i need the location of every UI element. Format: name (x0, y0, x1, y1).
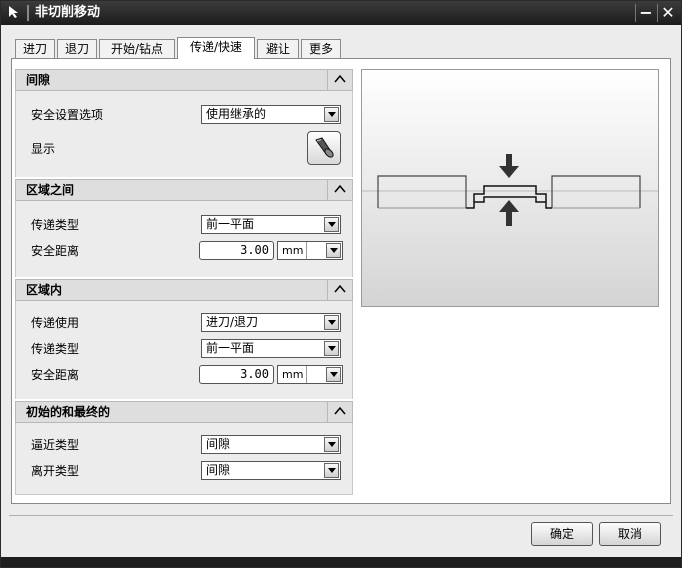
group-clearance-title: 间隙 (26, 73, 51, 87)
transfer-diagram-icon (362, 154, 658, 226)
chevron-down-icon (324, 107, 339, 122)
tab-retract[interactable]: 退刀 (57, 39, 97, 58)
group-between-regions-header[interactable]: 区域之间 (15, 179, 353, 201)
group-between-regions-title: 区域之间 (26, 183, 75, 197)
group-clearance-header[interactable]: 间隙 (15, 69, 353, 91)
group-clearance-body (15, 91, 353, 177)
chevron-up-icon[interactable] (327, 280, 352, 300)
cancel-button[interactable]: 取消 (599, 522, 661, 546)
between-safe-distance-label: 安全距离 (31, 244, 80, 258)
preview-image (361, 69, 659, 307)
within-transfer-use-label: 传递使用 (31, 316, 80, 330)
group-initial-final-body (15, 423, 353, 495)
group-initial-final-title: 初始的和最终的 (26, 405, 111, 419)
title-separator (27, 5, 29, 21)
between-transfer-type-select[interactable]: 前一平面 (201, 215, 341, 234)
between-safe-distance-input[interactable]: 3.00 (199, 241, 274, 260)
between-transfer-type-value: 前一平面 (206, 217, 255, 231)
chevron-down-icon (324, 437, 339, 452)
chevron-down-icon (324, 217, 339, 232)
safety-option-select[interactable]: 使用继承的 (201, 105, 341, 124)
within-transfer-type-value: 前一平面 (206, 341, 255, 355)
tab-avoidance[interactable]: 避让 (257, 39, 299, 58)
within-transfer-type-select[interactable]: 前一平面 (201, 339, 341, 358)
minimize-button[interactable]: − (635, 4, 656, 22)
chevron-down-icon (326, 367, 341, 382)
chevron-up-icon[interactable] (327, 180, 352, 200)
within-safe-distance-label: 安全距离 (31, 368, 80, 382)
within-transfer-type-label: 传递类型 (31, 342, 80, 356)
safety-option-value: 使用继承的 (206, 107, 267, 121)
cursor-arrow-icon (7, 5, 23, 21)
chevron-up-icon[interactable] (327, 402, 352, 422)
group-within-region-header[interactable]: 区域内 (15, 279, 353, 301)
within-unit-value: mm (282, 368, 304, 381)
between-unit-select[interactable]: mm (277, 241, 343, 260)
footer-divider (9, 515, 673, 516)
chevron-down-icon (326, 243, 341, 258)
between-transfer-type-label: 传递类型 (31, 218, 80, 232)
window-title: 非切削移动 (35, 5, 101, 20)
approach-type-select[interactable]: 间隙 (201, 435, 341, 454)
title-bar[interactable]: 非切削移动 − ✕ (1, 1, 681, 25)
bottom-bar (1, 557, 681, 567)
tab-approach[interactable]: 进刀 (15, 39, 55, 58)
within-safe-distance-input[interactable]: 3.00 (199, 365, 274, 384)
ok-button[interactable]: 确定 (531, 522, 593, 546)
between-unit-value: mm (282, 244, 304, 257)
tab-more[interactable]: 更多 (301, 39, 341, 58)
unit-divider (306, 242, 307, 259)
chevron-up-icon[interactable] (327, 70, 352, 90)
chevron-down-icon (324, 341, 339, 356)
departure-type-label: 离开类型 (31, 464, 80, 478)
flashlight-icon (315, 137, 334, 158)
chevron-down-icon (324, 463, 339, 478)
safety-option-label: 安全设置选项 (31, 108, 104, 122)
chevron-down-icon (324, 315, 339, 330)
group-initial-final-header[interactable]: 初始的和最终的 (15, 401, 353, 423)
tab-transfer-rapid[interactable]: 传递/快速 (177, 37, 255, 59)
group-between-regions-body (15, 201, 353, 277)
group-within-region-title: 区域内 (26, 283, 63, 297)
within-transfer-use-select[interactable]: 进刀/退刀 (201, 313, 341, 332)
display-button[interactable] (307, 131, 341, 165)
approach-type-value: 间隙 (206, 437, 231, 451)
tab-start-drill[interactable]: 开始/钻点 (99, 39, 175, 58)
approach-type-label: 逼近类型 (31, 438, 80, 452)
close-button[interactable]: ✕ (657, 4, 678, 22)
within-unit-select[interactable]: mm (277, 365, 343, 384)
departure-type-value: 间隙 (206, 463, 231, 477)
dialog-window: 非切削移动 − ✕ 进刀 退刀 开始/钻点 传递/快速 避让 更多 间隙 安全设… (0, 0, 682, 568)
within-transfer-use-value: 进刀/退刀 (206, 315, 259, 329)
departure-type-select[interactable]: 间隙 (201, 461, 341, 480)
display-label: 显示 (31, 142, 56, 156)
unit-divider (306, 366, 307, 383)
